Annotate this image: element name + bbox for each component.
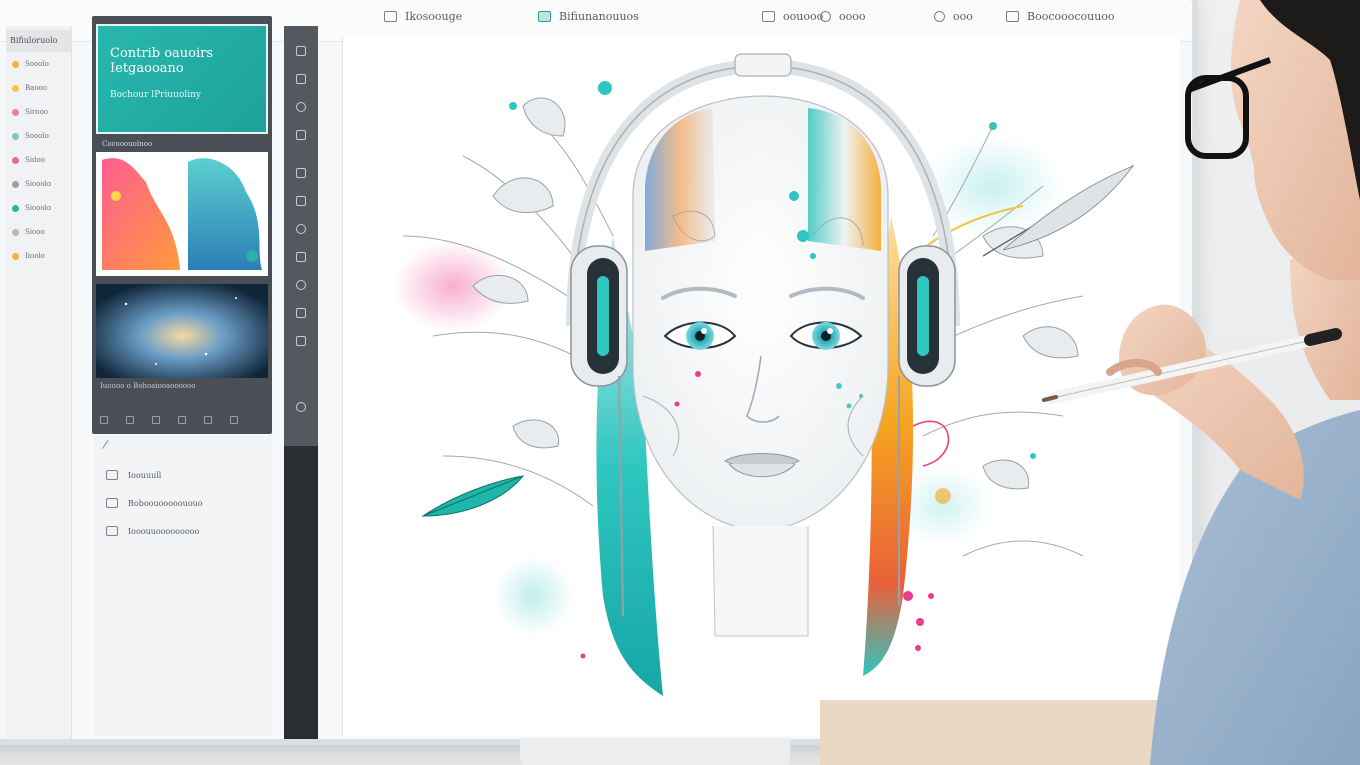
dot-icon [12, 180, 19, 188]
toolbar-item-label: ooo [953, 10, 973, 23]
toolbar-item-label: Ikosoouge [405, 10, 463, 23]
sidebar-item-label: Sirooo [25, 108, 49, 116]
circle-icon [820, 11, 831, 22]
section-label: Cocooouolnoo [102, 140, 153, 148]
list-item-label: Iooouuooooooooo [128, 526, 200, 536]
asset-panel: Contrib oauoirs Ietgaooano Bochour lPriu… [92, 16, 272, 434]
dot-icon [12, 84, 19, 92]
item-icon [106, 526, 118, 536]
toolbar-item[interactable]: oouooo [762, 10, 823, 23]
toolbar-item-label: oooo [839, 10, 866, 23]
list-item-label: Ioouuull [128, 470, 162, 480]
toolbar-item[interactable]: ooo [934, 10, 973, 23]
toolbar-item[interactable]: Bifiunanouuos [538, 10, 639, 23]
dot-icon [12, 228, 19, 236]
artist-figure [1042, 0, 1360, 765]
tool-icon[interactable] [296, 196, 306, 206]
pen-icon [102, 440, 116, 454]
thumbnail-galaxy[interactable] [96, 284, 268, 378]
tool-icon[interactable] [296, 130, 306, 140]
sidebar-item[interactable]: Siooolo [6, 172, 71, 196]
sidebar-item-label: Sooolo [25, 60, 49, 68]
layers-icon [1006, 11, 1019, 22]
monitor-screen: Ikosoouge Bifiunanouuos oouooo oooo ooo … [0, 0, 1198, 745]
sidebar-item-label: Sidoo [25, 156, 45, 164]
sidebar-item-label: Siooo [25, 228, 45, 236]
brush-icon [934, 11, 945, 22]
tool-strip [284, 26, 318, 739]
sidebar-item-label: Baooo [25, 84, 47, 92]
feature-card-subtitle: Bochour lPriuuoliny [110, 90, 202, 100]
panel-tools [100, 416, 238, 424]
dot-icon [12, 60, 19, 68]
tool-strip-upper [284, 26, 318, 446]
sidebar-item[interactable]: Iioolo [6, 244, 71, 268]
file-icon [384, 11, 397, 22]
abstract-thumbnail-art [102, 158, 262, 270]
lower-list: Ioouuull Boboouooooououo Iooouuooooooooo [94, 436, 272, 736]
pen-icon [538, 11, 551, 22]
dot-icon [12, 132, 19, 140]
tool-icon[interactable] [100, 416, 108, 424]
toolbar-item-label: oouooo [783, 10, 824, 23]
tool-icon[interactable] [178, 416, 186, 424]
toolbar-item-label: Bifiunanouuos [559, 10, 639, 23]
toolbar-item[interactable]: oooo [820, 10, 866, 23]
galaxy-thumbnail-art [96, 284, 268, 378]
tool-icon[interactable] [296, 168, 306, 178]
tool-icon[interactable] [296, 280, 306, 290]
dot-icon [12, 108, 19, 116]
panel-caption: Iuouoo o Bohoaiooaoooooo [100, 382, 196, 390]
toolbar-item[interactable]: Ikosoouge [384, 10, 462, 23]
tool-icon[interactable] [296, 224, 306, 234]
tool-icon[interactable] [296, 402, 306, 412]
tool-icon[interactable] [296, 308, 306, 318]
sidebar-item[interactable]: Baooo [6, 76, 71, 100]
sidebar-item-label: Iioolo [25, 252, 45, 260]
list-item[interactable]: Ioouuull [106, 470, 272, 480]
dot-icon [12, 204, 19, 212]
sidebar-item-label: Sooolo [25, 132, 49, 140]
thumbnail-abstract[interactable] [96, 152, 268, 276]
list-item[interactable]: Iooouuooooooooo [106, 526, 272, 536]
tool-icon[interactable] [296, 336, 306, 346]
tool-icon[interactable] [296, 252, 306, 262]
grid-icon [762, 11, 775, 22]
sidebar-item[interactable]: Siooolo [6, 196, 71, 220]
sidebar-item-label: Siooolo [25, 204, 52, 212]
item-icon [106, 470, 118, 480]
tool-icon[interactable] [296, 74, 306, 84]
left-sidebar: Bifiuloruolo Sooolo Baooo Sirooo Sooolo … [6, 26, 72, 739]
sidebar-item[interactable]: Sidoo [6, 148, 71, 172]
tool-icon[interactable] [296, 102, 306, 112]
dot-icon [12, 252, 19, 260]
list-item-label: Boboouooooououo [128, 498, 203, 508]
tool-icon[interactable] [204, 416, 212, 424]
list-item[interactable]: Boboouooooououo [106, 498, 272, 508]
tool-icon[interactable] [296, 46, 306, 56]
sidebar-item[interactable]: Sooolo [6, 124, 71, 148]
item-icon [106, 498, 118, 508]
monitor-stand [520, 738, 790, 765]
leaf-icon[interactable] [152, 416, 160, 424]
sidebar-item-label: Siooolo [25, 180, 52, 188]
feature-card[interactable]: Contrib oauoirs Ietgaooano Bochour lPriu… [96, 24, 268, 134]
tool-icon[interactable] [126, 416, 134, 424]
sidebar-item[interactable]: Sooolo [6, 52, 71, 76]
sidebar-header[interactable]: Bifiuloruolo [6, 30, 71, 52]
dot-icon [12, 156, 19, 164]
sidebar-item[interactable]: Sirooo [6, 100, 71, 124]
sidebar-item[interactable]: Siooo [6, 220, 71, 244]
feature-card-title: Contrib oauoirs Ietgaooano [110, 46, 214, 76]
tool-icon[interactable] [230, 416, 238, 424]
